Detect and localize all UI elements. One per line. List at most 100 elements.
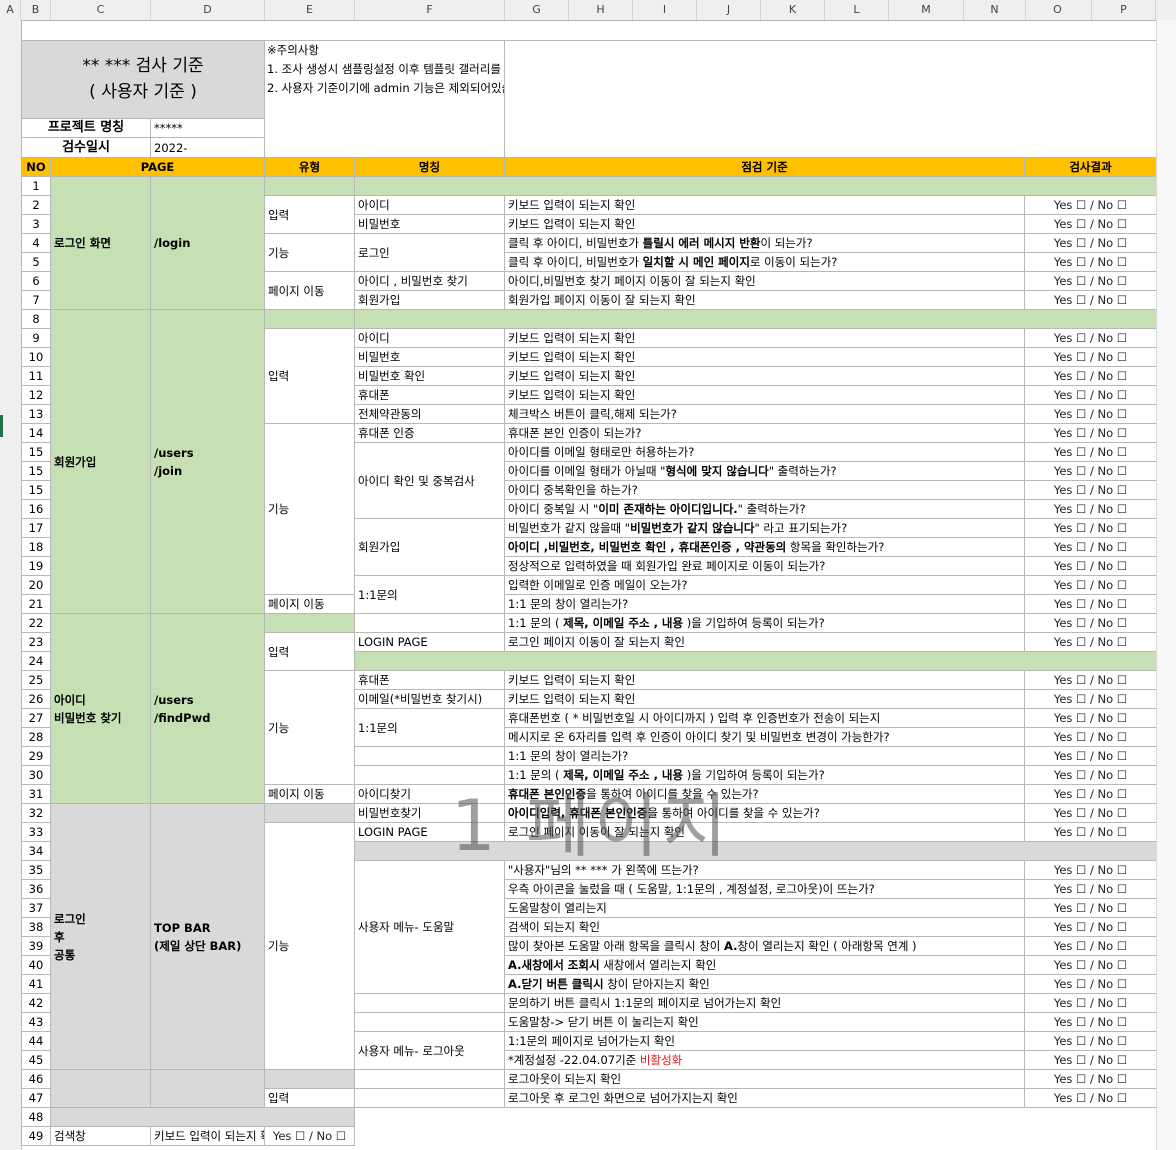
column-letter-n[interactable]: N <box>964 0 1026 20</box>
row-number[interactable]: 29 <box>21 746 51 766</box>
result-checkbox-cell[interactable]: Yes ☐ / No ☐ <box>1024 404 1156 424</box>
criteria-cell[interactable]: 키보드 입력이 되는지 확인 <box>504 195 1025 215</box>
type-cell[interactable] <box>264 176 355 196</box>
section-separator[interactable] <box>354 176 1156 196</box>
page-name-cell[interactable]: 로그인 화면 <box>50 176 151 310</box>
result-checkbox-cell[interactable]: Yes ☐ / No ☐ <box>1024 594 1156 614</box>
criteria-cell[interactable]: 우측 아이콘을 눌렀을 때 ( 도움말, 1:1문의 , 계정설정, 로그아웃)… <box>504 879 1025 899</box>
row-number[interactable]: 41 <box>21 974 51 994</box>
result-checkbox-cell[interactable]: Yes ☐ / No ☐ <box>1024 499 1156 519</box>
section-separator[interactable] <box>50 1107 355 1127</box>
item-name-cell[interactable]: 비밀번호 <box>354 214 505 234</box>
item-name-cell[interactable] <box>354 613 505 633</box>
row-number[interactable]: 15 <box>21 442 51 462</box>
column-letter-c[interactable]: C <box>51 0 151 20</box>
column-letter-l[interactable]: L <box>825 0 889 20</box>
criteria-cell[interactable]: 키보드 입력이 되는지 확인 <box>504 385 1025 405</box>
col-page-header[interactable]: PAGE <box>50 157 265 177</box>
type-cell[interactable]: 페이지 이동 <box>264 594 355 614</box>
criteria-cell[interactable]: "사용자"님의 ** *** 가 왼쪽에 뜨는가? <box>504 860 1025 880</box>
item-name-cell[interactable]: 아이디 <box>354 195 505 215</box>
result-checkbox-cell[interactable]: Yes ☐ / No ☐ <box>1024 708 1156 728</box>
page-name-cell[interactable]: 아이디 비밀번호 찾기 <box>50 613 151 804</box>
page-path-cell[interactable]: /login <box>150 176 265 310</box>
col-result-header[interactable]: 검사결과 <box>1024 157 1156 177</box>
item-name-cell[interactable]: 이메일(*비밀번호 찾기시) <box>354 689 505 709</box>
result-checkbox-cell[interactable]: Yes ☐ / No ☐ <box>1024 746 1156 766</box>
criteria-cell[interactable]: 1:1문의 페이지로 넘어가는지 확인 <box>504 1031 1025 1051</box>
item-name-cell[interactable]: 사용자 메뉴- 로그아웃 <box>354 1031 505 1070</box>
result-checkbox-cell[interactable]: Yes ☐ / No ☐ <box>1024 955 1156 975</box>
row-number[interactable]: 24 <box>21 651 51 671</box>
type-cell[interactable] <box>264 613 355 633</box>
criteria-cell[interactable]: A.닫기 버튼 클릭시 창이 닫아지는지 확인 <box>504 974 1025 994</box>
result-checkbox-cell[interactable]: Yes ☐ / No ☐ <box>1024 518 1156 538</box>
project-name-value[interactable]: ***** <box>150 117 265 139</box>
criteria-cell[interactable]: 로그아웃 후 로그인 화면으로 넘어가지는지 확인 <box>504 1088 1025 1108</box>
result-checkbox-cell[interactable]: Yes ☐ / No ☐ <box>1024 670 1156 690</box>
criteria-cell[interactable]: 아이디입력, 휴대폰 본인인증을 통하여 아이디를 찾을 수 있는가? <box>504 803 1025 823</box>
column-letter-j[interactable]: J <box>697 0 761 20</box>
criteria-cell[interactable]: 아이디 중복일 시 "이미 존재하는 아이디입니다." 출력하는가? <box>504 499 1025 519</box>
page-name-cell[interactable]: 로그인 후 공통 <box>50 803 151 1070</box>
item-name-cell[interactable]: 비밀번호 확인 <box>354 366 505 386</box>
item-name-cell[interactable]: 1:1문의 <box>354 708 505 747</box>
item-name-cell[interactable] <box>354 993 505 1013</box>
column-letter-g[interactable]: G <box>505 0 569 20</box>
row-number[interactable]: 25 <box>21 670 51 690</box>
page-path-cell[interactable] <box>150 1069 265 1108</box>
row-number[interactable]: 33 <box>21 822 51 842</box>
result-checkbox-cell[interactable]: Yes ☐ / No ☐ <box>1024 898 1156 918</box>
result-checkbox-cell[interactable]: Yes ☐ / No ☐ <box>1024 803 1156 823</box>
result-checkbox-cell[interactable]: Yes ☐ / No ☐ <box>1024 632 1156 652</box>
row-number[interactable]: 45 <box>21 1050 51 1070</box>
inspection-date-value[interactable]: 2022- <box>150 137 265 158</box>
col-name-header[interactable]: 명칭 <box>354 157 505 177</box>
column-letter-m[interactable]: M <box>889 0 964 20</box>
item-name-cell[interactable]: 휴대폰 <box>354 670 505 690</box>
result-checkbox-cell[interactable]: Yes ☐ / No ☐ <box>1024 366 1156 386</box>
result-checkbox-cell[interactable]: Yes ☐ / No ☐ <box>1024 442 1156 462</box>
column-letter-e[interactable]: E <box>265 0 355 20</box>
row-number[interactable]: 13 <box>21 404 51 424</box>
criteria-cell[interactable]: 키보드 입력이 되는지 확인 <box>504 214 1025 234</box>
item-name-cell[interactable]: LOGIN PAGE <box>354 632 505 652</box>
result-checkbox-cell[interactable]: Yes ☐ / No ☐ <box>1024 423 1156 443</box>
result-checkbox-cell[interactable]: Yes ☐ / No ☐ <box>1024 1088 1156 1108</box>
criteria-cell[interactable]: 휴대폰번호 ( * 비밀번호일 시 아이디까지 ) 입력 후 인증번호가 전송이… <box>504 708 1025 728</box>
row-number[interactable]: 10 <box>21 347 51 367</box>
row-number[interactable]: 27 <box>21 708 51 728</box>
result-checkbox-cell[interactable]: Yes ☐ / No ☐ <box>264 1126 355 1146</box>
type-cell[interactable]: 입력 <box>264 1088 355 1108</box>
page-path-cell[interactable]: /users/join <box>150 309 265 614</box>
row-number[interactable]: 17 <box>21 518 51 538</box>
result-checkbox-cell[interactable]: Yes ☐ / No ☐ <box>1024 537 1156 557</box>
row-number[interactable]: 12 <box>21 385 51 405</box>
col-no-header[interactable]: NO <box>21 157 51 177</box>
row-number[interactable]: 15 <box>21 480 51 500</box>
item-name-cell[interactable]: 회원가입 <box>354 518 505 576</box>
column-letter-d[interactable]: D <box>151 0 265 20</box>
column-letter-f[interactable]: F <box>355 0 505 20</box>
item-name-cell[interactable]: 아이디 , 비밀번호 찾기 <box>354 271 505 291</box>
result-checkbox-cell[interactable]: Yes ☐ / No ☐ <box>1024 784 1156 804</box>
result-checkbox-cell[interactable]: Yes ☐ / No ☐ <box>1024 290 1156 310</box>
criteria-cell[interactable]: *계정설정 -22.04.07기준 비활성화 <box>504 1050 1025 1070</box>
row-number[interactable]: 28 <box>21 727 51 747</box>
row-number[interactable]: 43 <box>21 1012 51 1032</box>
item-name-cell[interactable] <box>354 1012 505 1032</box>
row-number[interactable]: 5 <box>21 252 51 272</box>
column-letter-h[interactable]: H <box>569 0 633 20</box>
criteria-cell[interactable]: 회원가입 페이지 이동이 잘 되는지 확인 <box>504 290 1025 310</box>
type-cell[interactable]: 기능 <box>264 670 355 785</box>
result-checkbox-cell[interactable]: Yes ☐ / No ☐ <box>1024 613 1156 633</box>
item-name-cell[interactable] <box>354 765 505 785</box>
item-name-cell[interactable]: 검색창 <box>50 1126 151 1146</box>
section-separator[interactable] <box>354 841 1156 861</box>
criteria-cell[interactable]: A.새창에서 조회시 새창에서 열리는지 확인 <box>504 955 1025 975</box>
row-number[interactable]: 39 <box>21 936 51 956</box>
criteria-cell[interactable]: 아이디 중복확인을 하는가? <box>504 480 1025 500</box>
row-number[interactable]: 47 <box>21 1088 51 1108</box>
item-name-cell[interactable] <box>354 1069 505 1089</box>
row-number[interactable]: 32 <box>21 803 51 823</box>
